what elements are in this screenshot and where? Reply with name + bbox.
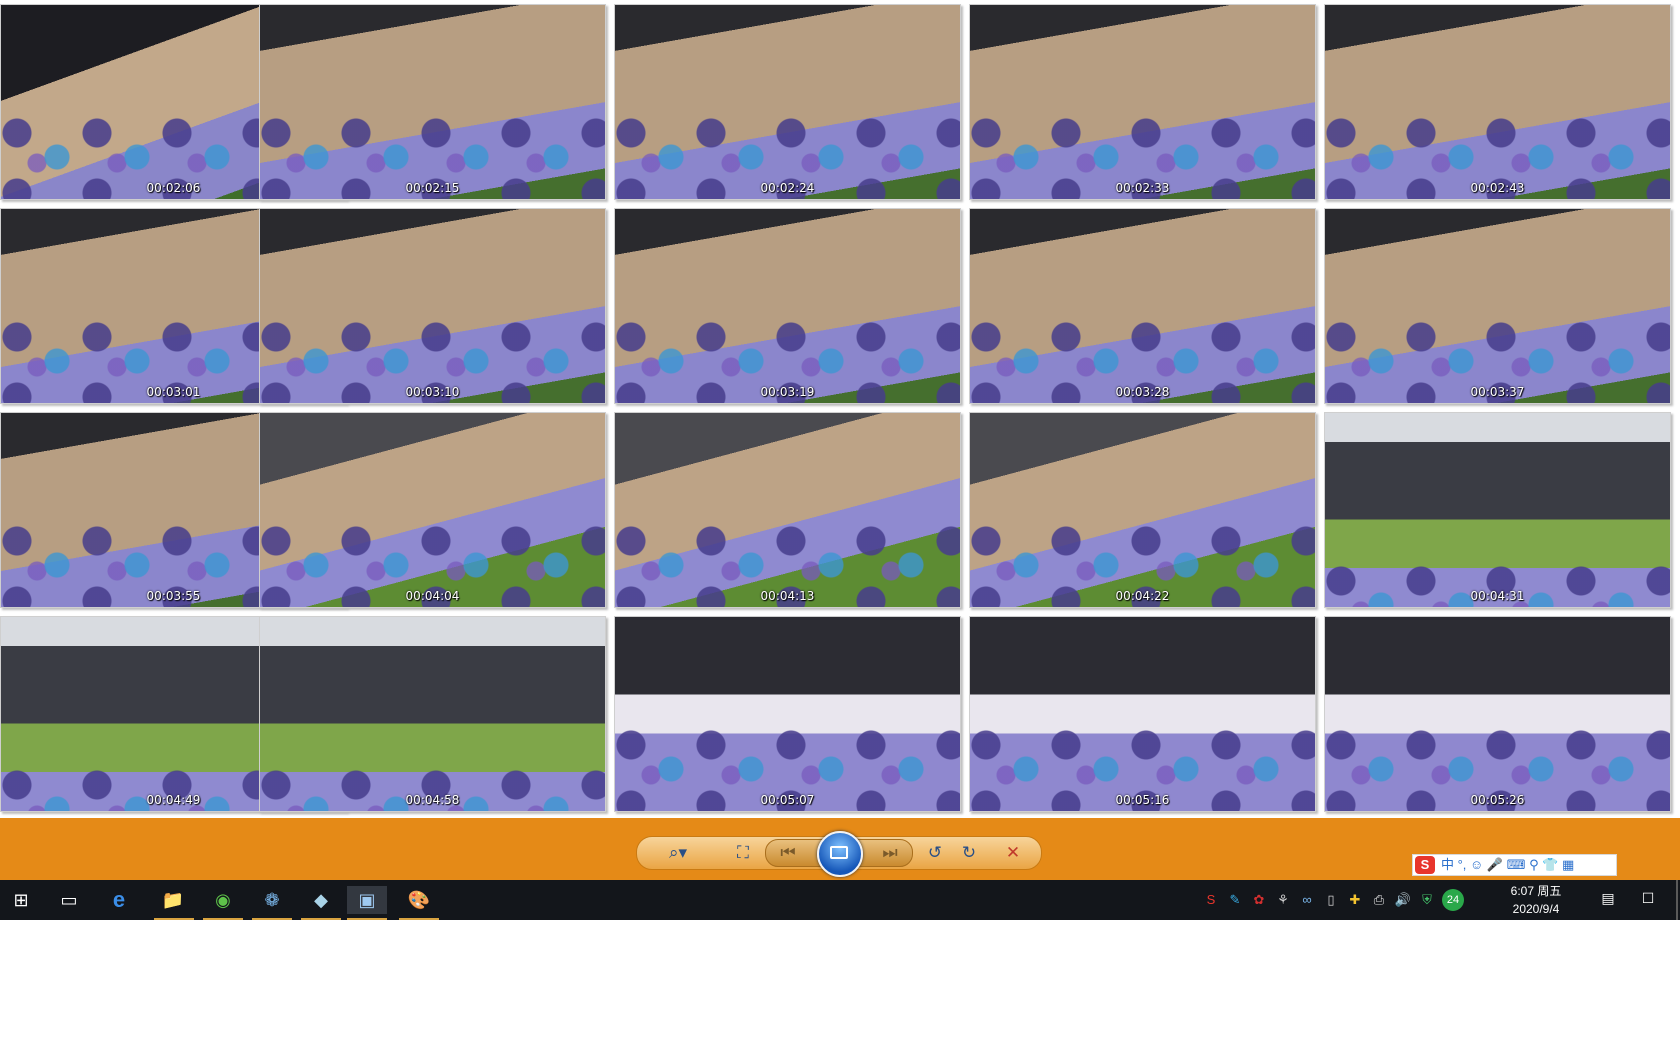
sogou-logo-icon[interactable]: S xyxy=(1415,856,1435,874)
video-thumbnail[interactable]: 00:05:26 xyxy=(1324,616,1671,812)
thumbnail-timestamp: 00:03:28 xyxy=(1115,385,1170,399)
video-thumbnail[interactable]: 00:02:33 xyxy=(969,4,1316,200)
thumbnail-timestamp: 00:02:43 xyxy=(1470,181,1525,195)
ime-options[interactable]: 中 °, ☺ 🎤 ⌨ ⚲ 👕 ▦ xyxy=(1441,855,1574,875)
thumbnail-timestamp: 00:03:10 xyxy=(405,385,460,399)
rotate-left-button[interactable]: ↺ xyxy=(921,841,949,865)
clock[interactable]: 6:07 周五 2020/9/4 xyxy=(1480,882,1592,918)
video-thumbnail[interactable]: 00:02:24 xyxy=(614,4,961,200)
video-thumbnail[interactable]: 00:02:43 xyxy=(1324,4,1671,200)
file-explorer-icon[interactable]: 📁 xyxy=(158,886,188,914)
internet-explorer-icon[interactable]: e xyxy=(104,886,134,914)
zoom-button[interactable]: ⌕▾ xyxy=(659,841,697,865)
viewer-control-bar: ⌕▾ ⛶ ⏮ ⏭ ↺ ↻ ✕ S 中 °, ☺ 🎤 ⌨ ⚲ 👕 ▦ xyxy=(0,818,1680,880)
slideshow-button[interactable] xyxy=(817,831,863,877)
slideshow-icon xyxy=(830,846,848,859)
action-center-icon[interactable]: ☐ xyxy=(1638,890,1658,910)
thumbnail-timestamp: 00:02:15 xyxy=(405,181,460,195)
security-plus-icon[interactable]: ✚ xyxy=(1346,891,1364,909)
video-thumbnail[interactable]: 00:02:15 xyxy=(259,4,606,200)
running-indicator xyxy=(301,918,341,920)
video-thumbnail[interactable]: 00:04:58 xyxy=(259,616,606,812)
fit-to-window-button[interactable]: ⛶ xyxy=(729,841,757,865)
photo-viewer-icon[interactable]: ▣ xyxy=(347,886,387,914)
thumbnail-timestamp: 00:05:26 xyxy=(1470,793,1525,807)
clock-time: 6:07 周五 xyxy=(1510,884,1562,898)
photo-viewer-canvas: 00:02:06 00:02:15 00:02:24 00:02:33 00:02:43… xyxy=(0,0,1680,818)
paint-app-icon[interactable]: 🎨 xyxy=(404,886,434,914)
video-thumbnail[interactable]: 00:04:04 xyxy=(259,412,606,608)
video-thumbnail[interactable]: 00:04:22 xyxy=(969,412,1316,608)
network-icon[interactable]: ⎙ xyxy=(1370,891,1388,909)
video-thumbnail[interactable]: 00:03:19 xyxy=(614,208,961,404)
notes-icon[interactable]: ▤ xyxy=(1598,890,1618,910)
cloud-app-icon[interactable]: ❁ xyxy=(257,886,287,914)
show-desktop-button[interactable] xyxy=(1676,880,1678,920)
sogou-ime-icon[interactable]: S xyxy=(1202,891,1220,909)
video-thumbnail[interactable]: 00:05:16 xyxy=(969,616,1316,812)
system-tray: S ✎ ✿ ⚘ ∞ ▯ ✚ ⎙ 🔊 ⛨ 24 xyxy=(1202,880,1482,920)
thumbnail-timestamp: 00:03:19 xyxy=(760,385,815,399)
taskbar: ⊞ ▭ e 📁 ◉ ❁ ◆ ▣ 🎨 S ✎ ✿ ⚘ ∞ ▯ ✚ ⎙ 🔊 ⛨ 24 6:07 周五 2… xyxy=(0,880,1680,920)
clock-date: 2020/9/4 xyxy=(1512,902,1560,916)
next-button[interactable]: ⏭ xyxy=(876,841,904,865)
browser-app-icon[interactable]: ◉ xyxy=(208,886,238,914)
running-indicator xyxy=(347,918,387,920)
thumbnail-timestamp: 00:04:04 xyxy=(405,589,460,603)
task-view-button[interactable]: ▭ xyxy=(54,886,84,914)
running-indicator xyxy=(154,918,194,920)
cloud-sync-icon[interactable]: ∞ xyxy=(1298,891,1316,909)
previous-button[interactable]: ⏮ xyxy=(774,841,802,865)
delete-button[interactable]: ✕ xyxy=(999,841,1027,865)
thumbnail-timestamp: 00:05:16 xyxy=(1115,793,1170,807)
thumbnail-timestamp: 00:05:07 xyxy=(760,793,815,807)
volume-icon[interactable]: 🔊 xyxy=(1394,891,1412,909)
video-thumbnail[interactable]: 00:05:07 xyxy=(614,616,961,812)
thumbnail-timestamp: 00:02:24 xyxy=(760,181,815,195)
video-thumbnail[interactable]: 00:03:28 xyxy=(969,208,1316,404)
shield-icon[interactable]: ⛨ xyxy=(1418,891,1436,909)
notes-app-icon[interactable]: ◆ xyxy=(306,886,336,914)
thumbnail-grid: 00:02:06 00:02:15 00:02:24 00:02:33 00:02:43… xyxy=(0,4,1680,816)
thumbnail-timestamp: 00:04:58 xyxy=(405,793,460,807)
thumbnail-timestamp: 00:04:22 xyxy=(1115,589,1170,603)
viewer-toolbar: ⌕▾ ⛶ ⏮ ⏭ ↺ ↻ ✕ xyxy=(636,831,1042,877)
video-thumbnail[interactable]: 00:04:31 xyxy=(1324,412,1671,608)
update-badge-icon[interactable]: 24 xyxy=(1442,889,1464,911)
flower-icon[interactable]: ✿ xyxy=(1250,891,1268,909)
thumbnail-timestamp: 00:03:37 xyxy=(1470,385,1525,399)
running-indicator xyxy=(399,918,439,920)
ime-toolbar[interactable]: S 中 °, ☺ 🎤 ⌨ ⚲ 👕 ▦ xyxy=(1412,854,1617,876)
video-thumbnail[interactable]: 00:03:37 xyxy=(1324,208,1671,404)
rotate-right-button[interactable]: ↻ xyxy=(955,841,983,865)
running-indicator xyxy=(252,918,292,920)
running-indicator xyxy=(203,918,243,920)
usb-icon[interactable]: ▯ xyxy=(1322,891,1340,909)
thumbnail-timestamp: 00:04:31 xyxy=(1470,589,1525,603)
network-monitor-icon[interactable]: ⚘ xyxy=(1274,891,1292,909)
start-button[interactable]: ⊞ xyxy=(6,886,36,914)
thumbnail-timestamp: 00:04:13 xyxy=(760,589,815,603)
pen-icon[interactable]: ✎ xyxy=(1226,891,1244,909)
thumbnail-timestamp: 00:02:33 xyxy=(1115,181,1170,195)
video-thumbnail[interactable]: 00:03:10 xyxy=(259,208,606,404)
video-thumbnail[interactable]: 00:04:13 xyxy=(614,412,961,608)
